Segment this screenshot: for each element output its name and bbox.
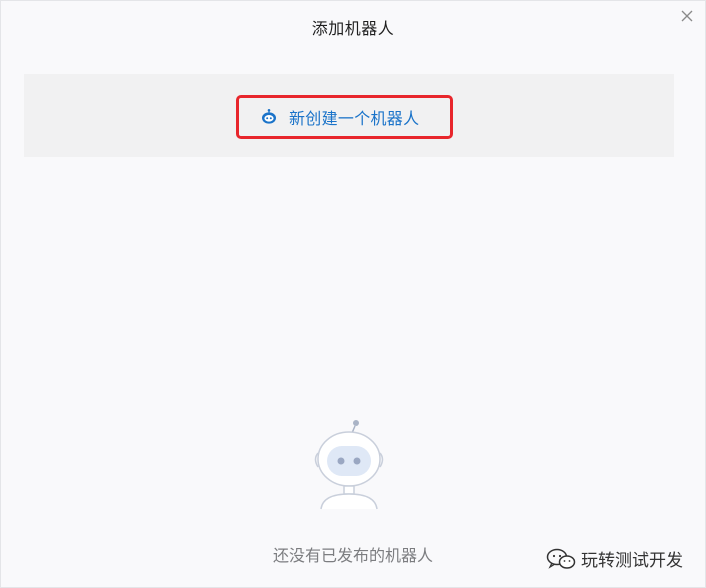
create-new-robot-button[interactable]: 新创建一个机器人 <box>236 95 453 139</box>
robot-icon <box>259 107 279 127</box>
close-button[interactable] <box>679 8 695 24</box>
watermark: 玩转测试开发 <box>546 546 683 571</box>
wechat-icon <box>546 548 576 570</box>
close-icon <box>681 10 693 22</box>
robot-illustration <box>309 413 389 513</box>
dialog-title: 添加机器人 <box>311 19 395 38</box>
add-robot-dialog: 添加机器人 新创建一个机器人 还没有已发布的机器人 玩转测试开发 <box>0 0 706 588</box>
create-robot-label: 新创建一个机器人 <box>289 109 420 128</box>
watermark-text: 玩转测试开发 <box>581 551 683 571</box>
